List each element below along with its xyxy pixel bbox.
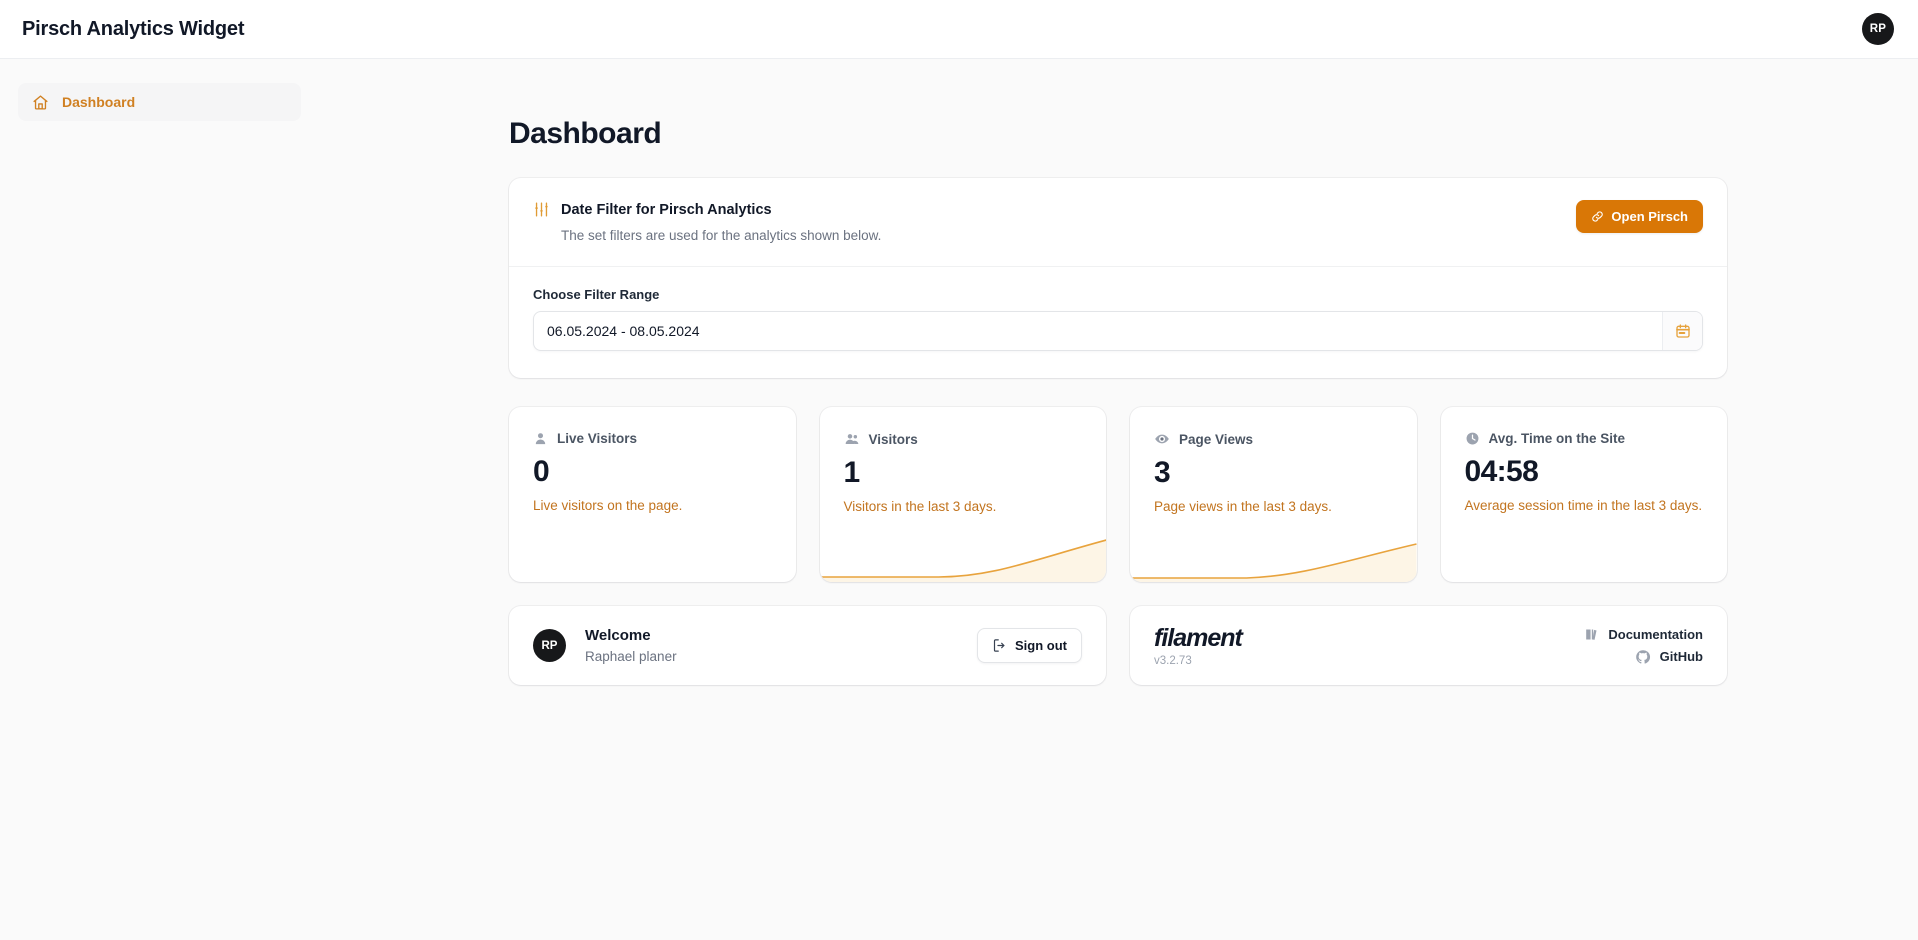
filament-brand-block: filament v3.2.73 xyxy=(1154,623,1243,667)
user-name: Raphael planer xyxy=(585,648,677,664)
github-link[interactable]: GitHub xyxy=(1635,649,1703,665)
sidebar: Dashboard xyxy=(0,59,509,940)
stat-card-visitors: Visitors 1 Visitors in the last 3 days. xyxy=(819,407,1106,582)
visitors-sparkline-chart xyxy=(819,522,1106,582)
date-filter-card: Date Filter for Pirsch Analytics The set… xyxy=(509,178,1727,378)
stat-card-live-visitors: Live Visitors 0 Live visitors on the pag… xyxy=(509,407,796,582)
bottom-row: RP Welcome Raphael planer Sign out filam… xyxy=(509,606,1727,685)
user-icon xyxy=(533,431,548,446)
stat-description: Page views in the last 3 days. xyxy=(1154,499,1332,514)
date-filter-title: Date Filter for Pirsch Analytics xyxy=(561,202,772,218)
stat-label: Live Visitors xyxy=(557,431,638,446)
clock-icon xyxy=(1465,431,1480,446)
documentation-link[interactable]: Documentation xyxy=(1584,627,1703,642)
home-icon xyxy=(32,94,49,111)
filament-logo: filament xyxy=(1154,623,1243,652)
stat-value: 1 xyxy=(843,456,861,489)
calendar-icon xyxy=(1675,323,1691,339)
stat-header: Visitors xyxy=(844,431,1083,447)
stat-header: Avg. Time on the Site xyxy=(1465,431,1704,446)
filter-range-field[interactable] xyxy=(533,311,1703,351)
stat-value: 3 xyxy=(1154,456,1171,489)
date-filter-body: Choose Filter Range xyxy=(509,267,1727,378)
filament-links: Documentation GitHub xyxy=(1584,627,1703,665)
date-filter-header: Date Filter for Pirsch Analytics The set… xyxy=(509,178,1727,267)
book-icon xyxy=(1584,627,1599,642)
avatar: RP xyxy=(533,629,566,662)
sign-out-label: Sign out xyxy=(1015,638,1067,653)
github-icon xyxy=(1635,649,1651,665)
content-wrapper: Dashboard Date Filter for Pirsch Analyti… xyxy=(509,117,1727,685)
github-label: GitHub xyxy=(1659,649,1703,664)
sidebar-item-label: Dashboard xyxy=(62,94,136,110)
filter-range-input[interactable] xyxy=(534,312,1662,350)
welcome-card: RP Welcome Raphael planer Sign out xyxy=(509,606,1106,685)
main-content: Dashboard Date Filter for Pirsch Analyti… xyxy=(509,59,1918,940)
filament-version: v3.2.73 xyxy=(1154,654,1192,667)
brand-title: Pirsch Analytics Widget xyxy=(22,17,245,40)
stat-value: 04:58 xyxy=(1464,455,1539,488)
user-avatar-button[interactable]: RP xyxy=(1862,13,1894,45)
calendar-picker-button[interactable] xyxy=(1662,312,1702,350)
open-pirsch-label: Open Pirsch xyxy=(1611,209,1688,224)
stat-value: 0 xyxy=(533,455,550,488)
adjustments-icon xyxy=(533,201,550,218)
filament-info-card: filament v3.2.73 Documentation GitHub xyxy=(1130,606,1727,685)
documentation-label: Documentation xyxy=(1608,626,1703,642)
welcome-title: Welcome xyxy=(585,626,651,644)
open-pirsch-button[interactable]: Open Pirsch xyxy=(1576,200,1703,233)
filter-range-label: Choose Filter Range xyxy=(533,287,660,302)
app-shell: Dashboard Dashboard Date Filter for Pirs… xyxy=(0,59,1918,940)
stat-description: Average session time in the last 3 days. xyxy=(1464,498,1703,513)
logout-icon xyxy=(992,638,1007,653)
stat-label: Avg. Time on the Site xyxy=(1488,431,1626,446)
stat-label: Visitors xyxy=(868,431,918,447)
date-filter-text-block: Date Filter for Pirsch Analytics The set… xyxy=(561,200,881,245)
top-bar: Pirsch Analytics Widget RP xyxy=(0,0,1918,59)
welcome-left: RP Welcome Raphael planer xyxy=(533,626,677,666)
stat-description: Live visitors on the page. xyxy=(533,498,683,513)
stat-label: Page Views xyxy=(1179,431,1254,447)
link-icon xyxy=(1591,210,1604,223)
stat-header: Page Views xyxy=(1154,431,1393,447)
sign-out-button[interactable]: Sign out xyxy=(977,628,1082,663)
welcome-text-block: Welcome Raphael planer xyxy=(585,626,677,666)
stats-row: Live Visitors 0 Live visitors on the pag… xyxy=(509,407,1727,582)
stat-card-page-views: Page Views 3 Page views in the last 3 da… xyxy=(1130,407,1417,582)
page-title: Dashboard xyxy=(509,117,662,150)
stat-card-avg-time: Avg. Time on the Site 04:58 Average sess… xyxy=(1440,407,1727,582)
users-icon xyxy=(844,431,860,447)
stat-description: Visitors in the last 3 days. xyxy=(843,499,997,514)
stat-header: Live Visitors xyxy=(533,431,772,446)
sidebar-item-dashboard[interactable]: Dashboard xyxy=(18,83,301,121)
page-views-sparkline-chart xyxy=(1130,522,1417,582)
date-filter-header-left: Date Filter for Pirsch Analytics The set… xyxy=(533,200,881,245)
eye-icon xyxy=(1154,431,1170,447)
date-filter-subtitle: The set filters are used for the analyti… xyxy=(561,228,882,243)
